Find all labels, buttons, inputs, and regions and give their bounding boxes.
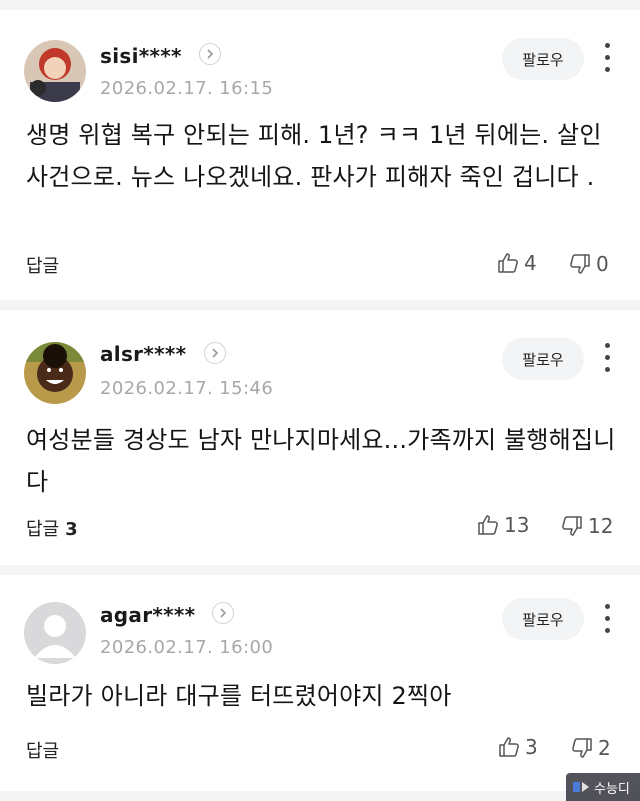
comment-date: 2026.02.17. 16:00 (100, 637, 274, 658)
like-count: 4 (524, 251, 537, 275)
reply-label: 답글 (26, 741, 60, 762)
chevron-right-icon[interactable] (199, 43, 221, 65)
username[interactable]: alsr**** (100, 342, 186, 366)
comment-item: agar**** 2026.02.17. 16:00 팔로우 빌라가 아니라 대… (0, 575, 640, 801)
dislike-button[interactable]: 12 (560, 514, 613, 538)
follow-button[interactable]: 팔로우 (502, 338, 584, 380)
chevron-right-icon[interactable] (212, 602, 234, 624)
dislike-button[interactable]: 2 (570, 736, 611, 760)
like-button[interactable]: 13 (476, 513, 529, 537)
reply-button[interactable]: 답글 (26, 252, 65, 278)
thumbs-up-icon (478, 515, 498, 535)
watermark: 수능디 (566, 773, 640, 801)
follow-button[interactable]: 팔로우 (502, 38, 584, 80)
more-options-icon[interactable] (598, 340, 618, 376)
avatar[interactable] (24, 40, 86, 102)
like-button[interactable]: 4 (496, 251, 537, 275)
dislike-count: 2 (598, 736, 611, 760)
username[interactable]: sisi**** (100, 44, 182, 68)
like-count: 3 (525, 735, 538, 759)
thumbs-down-icon (572, 738, 592, 758)
bottom-separator (0, 791, 640, 801)
reply-button[interactable]: 답글 (26, 737, 65, 763)
avatar[interactable] (24, 602, 86, 664)
chevron-right-icon[interactable] (204, 342, 226, 364)
watermark-text: 수능디 (594, 781, 630, 797)
thumbs-down-icon (570, 254, 590, 274)
thumbs-down-icon (562, 516, 582, 536)
username[interactable]: agar**** (100, 603, 195, 627)
thumbs-up-icon (498, 253, 518, 273)
reply-count: 3 (65, 519, 78, 540)
reply-label: 답글 (26, 519, 60, 540)
comment-text: 여성분들 경상도 남자 만나지마세요...가족까지 불행해집니다 (26, 426, 616, 496)
like-count: 13 (504, 513, 530, 537)
dislike-count: 0 (596, 252, 609, 276)
reply-button[interactable]: 답글 3 (26, 515, 78, 541)
more-options-icon[interactable] (598, 601, 618, 637)
more-options-icon[interactable] (598, 40, 618, 76)
comment-date: 2026.02.17. 15:46 (100, 378, 274, 399)
comment-date: 2026.02.17. 16:15 (100, 78, 274, 99)
comment-item: sisi**** 2026.02.17. 16:15 팔로우 생명 위협 복구 … (0, 0, 640, 300)
comment-text: 생명 위협 복구 안되는 피해. 1년? ㅋㅋ 1년 뒤에는. 살인 사건으로.… (26, 121, 602, 191)
reply-label: 답글 (26, 256, 60, 277)
comment-separator (0, 300, 640, 310)
thumbs-up-icon (499, 737, 519, 757)
watermark-logo-icon (573, 782, 589, 792)
comment-text: 빌라가 아니라 대구를 터뜨렸어야지 2찍아 (26, 682, 452, 710)
avatar[interactable] (24, 342, 86, 404)
dislike-button[interactable]: 0 (568, 252, 609, 276)
like-button[interactable]: 3 (497, 735, 538, 759)
dislike-count: 12 (588, 514, 614, 538)
comment-separator (0, 565, 640, 575)
follow-button[interactable]: 팔로우 (502, 598, 584, 640)
comment-item: alsr**** 2026.02.17. 15:46 팔로우 여성분들 경상도 … (0, 310, 640, 565)
